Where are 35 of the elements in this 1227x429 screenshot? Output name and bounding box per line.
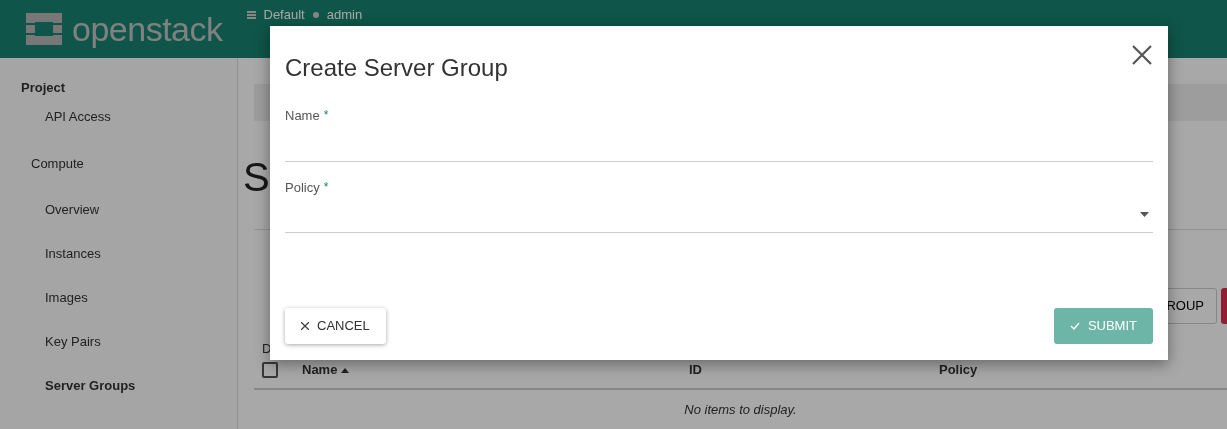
close-icon [301,322,309,330]
sidebar-section[interactable]: Project [0,58,237,95]
sidebar-group[interactable]: Compute [0,139,237,188]
project-selector[interactable]: Default [263,8,305,22]
column-header[interactable]: Policy [939,360,1139,380]
sidebar-item[interactable]: Images [0,276,237,320]
user-icon [312,12,319,18]
column-label: Name [302,361,338,380]
cancel-button[interactable]: CANCEL [285,308,386,344]
sidebar-item[interactable]: Key Pairs [0,320,237,364]
modal-title: Create Server Group [285,53,508,83]
close-button[interactable] [1131,42,1153,66]
logo-text: openstack [72,12,223,46]
sidebar-item[interactable]: Overview [0,188,237,232]
user-menu[interactable]: admin [326,8,363,22]
caret-icon [1140,212,1149,217]
logo-icon [24,11,64,47]
select-all-checkbox[interactable] [262,362,278,378]
required-mark: * [323,107,329,124]
field-label: Name [285,107,320,125]
empty-message: No items to display. [683,401,798,419]
list-icon [246,11,256,19]
column-header[interactable]: Name [302,360,689,380]
sidebar-item[interactable]: Instances [0,232,237,276]
field-label: Policy [285,178,320,197]
page-title: S [243,157,270,201]
sidebar-item[interactable]: Server Groups [0,364,237,408]
required-mark: * [323,178,329,196]
sort-icon [341,367,350,373]
column-header[interactable]: ID [689,360,939,380]
column-label: ID [689,361,702,380]
delete-button[interactable] [1221,288,1227,324]
column-label: Policy [939,361,978,380]
sidebar-item[interactable]: API Access [0,95,237,139]
check-icon [1069,322,1080,330]
